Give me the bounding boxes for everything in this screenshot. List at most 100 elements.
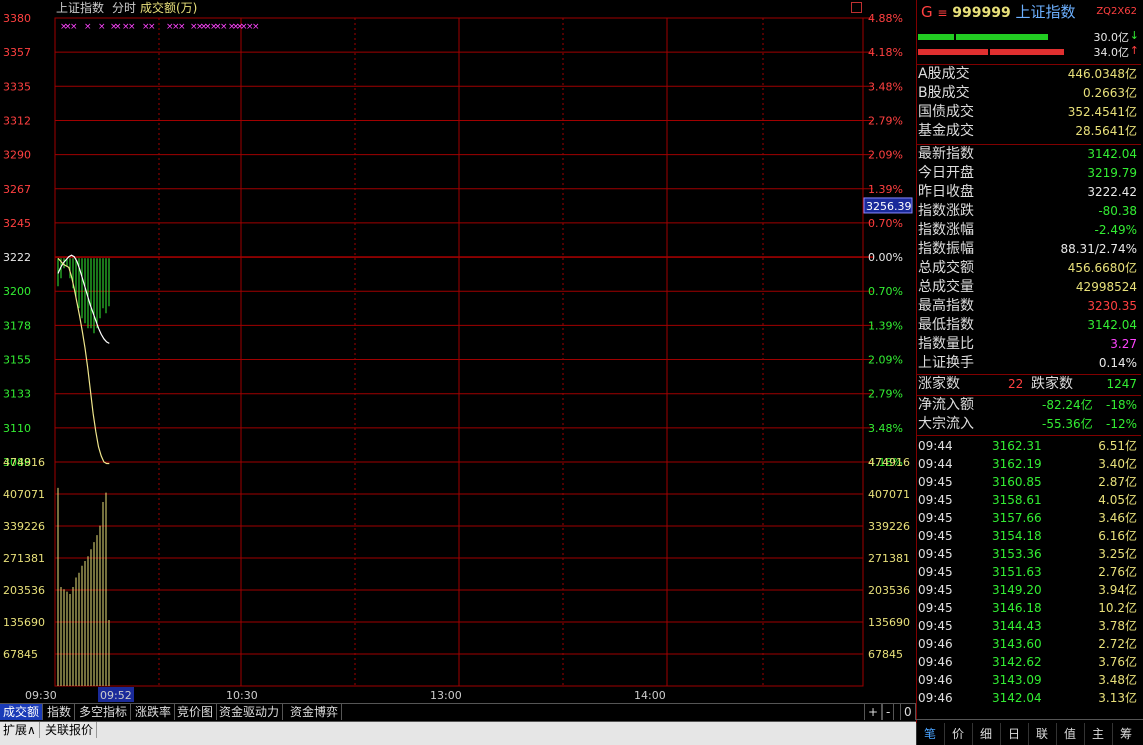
stat-label: 指数振幅 — [918, 241, 974, 257]
tick-amount: 3.78亿 — [1098, 619, 1137, 633]
panel-tab-7[interactable]: 筹 — [1112, 723, 1139, 745]
zoom-control-0[interactable]: + — [864, 704, 883, 720]
stat-row: 总成交额 456.6680亿 — [916, 259, 1141, 278]
tick-row: 09:46 3142.62 3.76亿 — [916, 653, 1141, 671]
footer-tab-1[interactable]: 关联报价 — [42, 722, 98, 738]
bottom-tab-6[interactable]: 资金博弈 — [287, 704, 343, 720]
y-tick-label: 3222 — [3, 251, 31, 264]
stat-value: 88.31/2.74% — [1060, 242, 1137, 256]
y-tick-label: 3133 — [3, 388, 31, 401]
panel-tab-1[interactable]: 价 — [944, 723, 971, 745]
stat-row: 昨日收盘 3222.42 — [916, 183, 1141, 202]
stat-row: 指数振幅 88.31/2.74% — [916, 240, 1141, 259]
footer-tab-0[interactable]: 扩展∧ — [0, 722, 40, 738]
down-count: 1247 — [1106, 377, 1137, 391]
tick-amount: 2.76亿 — [1098, 565, 1137, 579]
stat-label: 最新指数 — [918, 146, 974, 162]
bottom-tab-5[interactable]: 资金驱动力 — [216, 704, 284, 720]
cursor-price-value: 3256.39 — [866, 200, 912, 213]
stat-value: 3142.04 — [1087, 318, 1137, 332]
y-tick-label: 3267 — [3, 183, 31, 196]
menu-icon[interactable]: ≡ — [937, 6, 947, 20]
sell-bar-b — [990, 49, 1064, 55]
zoom-control-1[interactable]: - — [882, 704, 895, 720]
bottom-tab-0[interactable]: 成交额 — [0, 704, 44, 720]
stat-row: 最高指数 3230.35 — [916, 297, 1141, 316]
bottom-tab-4[interactable]: 竞价图 — [174, 704, 218, 720]
vol-tick-label-right: 339226 — [868, 520, 910, 533]
flow-label: 净流入额 — [918, 397, 974, 413]
tick-row: 09:46 3142.04 3.13亿 — [916, 689, 1141, 707]
tick-time: 09:46 — [918, 673, 953, 687]
panel-tab-4[interactable]: 联 — [1028, 723, 1055, 745]
y-pct-label: 0.70% — [868, 285, 903, 298]
vol-tick-label-right: 67845 — [868, 648, 903, 661]
tick-price: 3157.66 — [992, 511, 1042, 525]
tick-time: 09:45 — [918, 619, 953, 633]
stat-value: -2.49% — [1094, 223, 1137, 237]
panel-tab-5[interactable]: 值 — [1056, 723, 1083, 745]
tick-amount: 2.87亿 — [1098, 475, 1137, 489]
tick-time: 09:46 — [918, 655, 953, 669]
stat-row: 最低指数 3142.04 — [916, 316, 1141, 335]
turnover-value: 28.5641亿 — [1075, 124, 1137, 138]
stock-name: 上证指数 — [1015, 3, 1076, 21]
auction-marker: × — [128, 22, 136, 32]
tick-row: 09:45 3158.61 4.05亿 — [916, 491, 1141, 509]
flow-pct: -12% — [1105, 417, 1137, 431]
breadth-row: 涨家数 22 跌家数 1247 — [916, 375, 1141, 394]
auction-marker: × — [252, 22, 260, 32]
tick-row: 09:45 3146.18 10.2亿 — [916, 599, 1141, 617]
y-pct-label: 1.39% — [868, 183, 903, 196]
tick-time: 09:45 — [918, 493, 953, 507]
flow-row: 净流入额 -82.24亿 -18% — [916, 396, 1141, 415]
auction-marker: × — [84, 22, 92, 32]
stat-row: 最新指数 3142.04 — [916, 145, 1141, 164]
tick-time: 09:45 — [918, 565, 953, 579]
zoom-control-2[interactable]: 0 — [900, 704, 916, 720]
panel-tag: ZQ2X62 — [1096, 6, 1137, 17]
y-pct-label: 4.18% — [868, 46, 903, 59]
turnover-value: 446.0348亿 — [1067, 67, 1137, 81]
square-icon[interactable] — [851, 2, 862, 13]
tick-amount: 3.76亿 — [1098, 655, 1137, 669]
panel-tab-2[interactable]: 细 — [972, 723, 999, 745]
stat-value: 3230.35 — [1087, 299, 1137, 313]
stat-row: 指数量比 3.27 — [916, 335, 1141, 354]
tick-price: 3153.36 — [992, 547, 1042, 561]
tick-row: 09:46 3143.60 2.72亿 — [916, 635, 1141, 653]
turnover-row: 国债成交 352.4541亿 — [916, 103, 1141, 122]
panel-tab-3[interactable]: 日 — [1000, 723, 1027, 745]
index-name-label: 上证指数 — [56, 1, 105, 15]
tick-time: 09:46 — [918, 637, 953, 651]
tick-row: 09:44 3162.19 3.40亿 — [916, 455, 1141, 473]
stat-value: -80.38 — [1098, 204, 1137, 218]
tick-price: 3143.60 — [992, 637, 1042, 651]
stat-row: 总成交量 42998524 — [916, 278, 1141, 297]
y-tick-label: 3178 — [3, 319, 31, 332]
bottom-tab-3[interactable]: 涨跌率 — [132, 704, 176, 720]
tick-row: 09:45 3144.43 3.78亿 — [916, 617, 1141, 635]
tick-price: 3151.63 — [992, 565, 1042, 579]
auction-marker: × — [114, 22, 122, 32]
tick-price: 3162.19 — [992, 457, 1042, 471]
bar2-value: 34.0亿 — [1093, 46, 1130, 59]
bottom-tab-2[interactable]: 多空指标 — [76, 704, 132, 720]
tick-row: 09:45 3160.85 2.87亿 — [916, 473, 1141, 491]
vol-tick-label: 339226 — [3, 520, 45, 533]
bottom-tab-1[interactable]: 指数 — [44, 704, 76, 720]
tick-amount: 6.51亿 — [1098, 439, 1137, 453]
panel-tab-6[interactable]: 主 — [1084, 723, 1111, 745]
stat-row: 今日开盘 3219.79 — [916, 164, 1141, 183]
tick-amount: 6.16亿 — [1098, 529, 1137, 543]
y-pct-label: 2.79% — [868, 388, 903, 401]
stat-label: 总成交量 — [918, 279, 974, 295]
timeshare-mode-label[interactable]: 分时 — [112, 0, 136, 17]
intraday-chart[interactable]: 3380 4.88% 3357 4.18% 3335 3.48% 3312 2.79% 3290… — [0, 0, 916, 705]
panel-tab-0[interactable]: 笔 — [916, 723, 943, 745]
tick-amount: 3.94亿 — [1098, 583, 1137, 597]
y-tick-label: 3335 — [3, 80, 31, 93]
buy-bar-b — [956, 34, 1048, 40]
y-tick-label: 3357 — [3, 46, 31, 59]
tick-price: 3158.61 — [992, 493, 1042, 507]
